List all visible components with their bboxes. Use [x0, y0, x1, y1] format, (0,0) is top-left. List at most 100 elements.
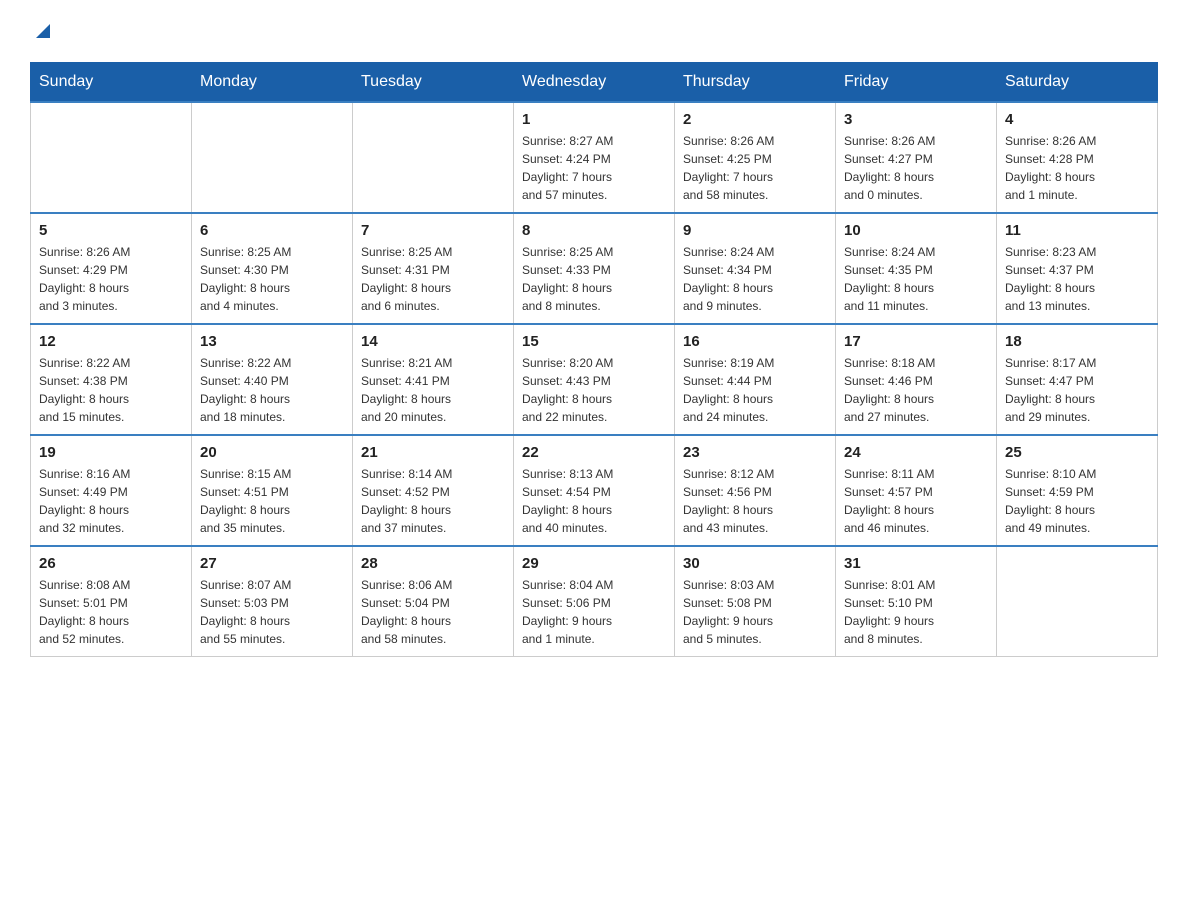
day-number: 29	[522, 555, 666, 572]
day-number: 9	[683, 222, 827, 239]
day-number: 26	[39, 555, 183, 572]
calendar-day: 10 Sunrise: 8:24 AM Sunset: 4:35 PM Dayli…	[836, 213, 997, 324]
calendar-day: 11 Sunrise: 8:23 AM Sunset: 4:37 PM Dayli…	[997, 213, 1158, 324]
calendar-day: 29 Sunrise: 8:04 AM Sunset: 5:06 PM Dayli…	[514, 546, 675, 657]
weekday-header-sunday: Sunday	[31, 63, 192, 103]
day-info: Sunrise: 8:07 AM Sunset: 5:03 PM Dayligh…	[200, 576, 344, 648]
day-number: 19	[39, 444, 183, 461]
calendar-day: 5Sunrise: 8:26 AM Sunset: 4:29 PM Daylig…	[31, 213, 192, 324]
calendar-day: 24 Sunrise: 8:11 AM Sunset: 4:57 PM Dayli…	[836, 435, 997, 546]
day-info: Sunrise: 8:10 AM Sunset: 4:59 PM Dayligh…	[1005, 465, 1149, 537]
day-info: Sunrise: 8:19 AM Sunset: 4:44 PM Dayligh…	[683, 354, 827, 426]
calendar-day: 14 Sunrise: 8:21 AM Sunset: 4:41 PM Dayli…	[353, 324, 514, 435]
day-number: 27	[200, 555, 344, 572]
day-number: 24	[844, 444, 988, 461]
calendar-day: 8Sunrise: 8:25 AM Sunset: 4:33 PM Daylig…	[514, 213, 675, 324]
day-info: Sunrise: 8:18 AM Sunset: 4:46 PM Dayligh…	[844, 354, 988, 426]
weekday-header-monday: Monday	[192, 63, 353, 103]
calendar-day: 6 Sunrise: 8:25 AM Sunset: 4:30 PM Daylig…	[192, 213, 353, 324]
calendar-day: 9 Sunrise: 8:24 AM Sunset: 4:34 PM Daylig…	[675, 213, 836, 324]
calendar-day	[997, 546, 1158, 657]
day-info: Sunrise: 8:24 AM Sunset: 4:35 PM Dayligh…	[844, 243, 988, 315]
calendar-day: 17 Sunrise: 8:18 AM Sunset: 4:46 PM Dayli…	[836, 324, 997, 435]
calendar-week-1: 1 Sunrise: 8:27 AM Sunset: 4:24 PM Daylig…	[31, 102, 1158, 213]
calendar-day: 25 Sunrise: 8:10 AM Sunset: 4:59 PM Dayli…	[997, 435, 1158, 546]
day-info: Sunrise: 8:25 AM Sunset: 4:30 PM Dayligh…	[200, 243, 344, 315]
calendar-day: 21 Sunrise: 8:14 AM Sunset: 4:52 PM Dayli…	[353, 435, 514, 546]
day-number: 25	[1005, 444, 1149, 461]
day-number: 10	[844, 222, 988, 239]
calendar-day: 18Sunrise: 8:17 AM Sunset: 4:47 PM Dayli…	[997, 324, 1158, 435]
weekday-header-saturday: Saturday	[997, 63, 1158, 103]
weekday-header-tuesday: Tuesday	[353, 63, 514, 103]
day-info: Sunrise: 8:06 AM Sunset: 5:04 PM Dayligh…	[361, 576, 505, 648]
day-number: 22	[522, 444, 666, 461]
day-number: 17	[844, 333, 988, 350]
calendar-day: 15Sunrise: 8:20 AM Sunset: 4:43 PM Dayli…	[514, 324, 675, 435]
day-info: Sunrise: 8:26 AM Sunset: 4:27 PM Dayligh…	[844, 132, 988, 204]
day-info: Sunrise: 8:24 AM Sunset: 4:34 PM Dayligh…	[683, 243, 827, 315]
day-info: Sunrise: 8:01 AM Sunset: 5:10 PM Dayligh…	[844, 576, 988, 648]
calendar-day: 20Sunrise: 8:15 AM Sunset: 4:51 PM Dayli…	[192, 435, 353, 546]
day-info: Sunrise: 8:22 AM Sunset: 4:38 PM Dayligh…	[39, 354, 183, 426]
calendar-day: 27 Sunrise: 8:07 AM Sunset: 5:03 PM Dayli…	[192, 546, 353, 657]
calendar-day: 3Sunrise: 8:26 AM Sunset: 4:27 PM Daylig…	[836, 102, 997, 213]
day-info: Sunrise: 8:13 AM Sunset: 4:54 PM Dayligh…	[522, 465, 666, 537]
calendar-day	[192, 102, 353, 213]
calendar-day: 31Sunrise: 8:01 AM Sunset: 5:10 PM Dayli…	[836, 546, 997, 657]
day-info: Sunrise: 8:25 AM Sunset: 4:31 PM Dayligh…	[361, 243, 505, 315]
day-info: Sunrise: 8:26 AM Sunset: 4:28 PM Dayligh…	[1005, 132, 1149, 204]
day-info: Sunrise: 8:03 AM Sunset: 5:08 PM Dayligh…	[683, 576, 827, 648]
day-number: 4	[1005, 111, 1149, 128]
day-number: 13	[200, 333, 344, 350]
weekday-header-thursday: Thursday	[675, 63, 836, 103]
day-number: 2	[683, 111, 827, 128]
day-info: Sunrise: 8:11 AM Sunset: 4:57 PM Dayligh…	[844, 465, 988, 537]
weekday-header-friday: Friday	[836, 63, 997, 103]
calendar-week-5: 26Sunrise: 8:08 AM Sunset: 5:01 PM Dayli…	[31, 546, 1158, 657]
day-info: Sunrise: 8:15 AM Sunset: 4:51 PM Dayligh…	[200, 465, 344, 537]
calendar-day: 12Sunrise: 8:22 AM Sunset: 4:38 PM Dayli…	[31, 324, 192, 435]
day-number: 21	[361, 444, 505, 461]
day-info: Sunrise: 8:25 AM Sunset: 4:33 PM Dayligh…	[522, 243, 666, 315]
calendar-body: 1 Sunrise: 8:27 AM Sunset: 4:24 PM Daylig…	[31, 102, 1158, 657]
calendar-day: 2 Sunrise: 8:26 AM Sunset: 4:25 PM Daylig…	[675, 102, 836, 213]
day-number: 7	[361, 222, 505, 239]
calendar-day: 22 Sunrise: 8:13 AM Sunset: 4:54 PM Dayli…	[514, 435, 675, 546]
day-info: Sunrise: 8:26 AM Sunset: 4:25 PM Dayligh…	[683, 132, 827, 204]
calendar-day: 13 Sunrise: 8:22 AM Sunset: 4:40 PM Dayli…	[192, 324, 353, 435]
day-number: 18	[1005, 333, 1149, 350]
day-info: Sunrise: 8:27 AM Sunset: 4:24 PM Dayligh…	[522, 132, 666, 204]
day-info: Sunrise: 8:22 AM Sunset: 4:40 PM Dayligh…	[200, 354, 344, 426]
calendar-table: SundayMondayTuesdayWednesdayThursdayFrid…	[30, 62, 1158, 657]
calendar-day	[31, 102, 192, 213]
weekday-header-wednesday: Wednesday	[514, 63, 675, 103]
logo	[30, 20, 54, 42]
day-info: Sunrise: 8:23 AM Sunset: 4:37 PM Dayligh…	[1005, 243, 1149, 315]
day-number: 28	[361, 555, 505, 572]
day-number: 6	[200, 222, 344, 239]
page-header	[30, 20, 1158, 42]
day-number: 1	[522, 111, 666, 128]
day-info: Sunrise: 8:12 AM Sunset: 4:56 PM Dayligh…	[683, 465, 827, 537]
calendar-header: SundayMondayTuesdayWednesdayThursdayFrid…	[31, 63, 1158, 103]
day-number: 30	[683, 555, 827, 572]
calendar-week-2: 5Sunrise: 8:26 AM Sunset: 4:29 PM Daylig…	[31, 213, 1158, 324]
day-number: 23	[683, 444, 827, 461]
day-info: Sunrise: 8:14 AM Sunset: 4:52 PM Dayligh…	[361, 465, 505, 537]
calendar-day: 26Sunrise: 8:08 AM Sunset: 5:01 PM Dayli…	[31, 546, 192, 657]
weekday-header-row: SundayMondayTuesdayWednesdayThursdayFrid…	[31, 63, 1158, 103]
day-number: 15	[522, 333, 666, 350]
day-number: 16	[683, 333, 827, 350]
calendar-day: 4 Sunrise: 8:26 AM Sunset: 4:28 PM Daylig…	[997, 102, 1158, 213]
logo-triangle-icon	[32, 20, 54, 42]
calendar-day	[353, 102, 514, 213]
calendar-week-4: 19Sunrise: 8:16 AM Sunset: 4:49 PM Dayli…	[31, 435, 1158, 546]
calendar-day: 28 Sunrise: 8:06 AM Sunset: 5:04 PM Dayli…	[353, 546, 514, 657]
day-number: 11	[1005, 222, 1149, 239]
calendar-day: 30 Sunrise: 8:03 AM Sunset: 5:08 PM Dayli…	[675, 546, 836, 657]
day-number: 14	[361, 333, 505, 350]
day-info: Sunrise: 8:26 AM Sunset: 4:29 PM Dayligh…	[39, 243, 183, 315]
day-info: Sunrise: 8:21 AM Sunset: 4:41 PM Dayligh…	[361, 354, 505, 426]
day-info: Sunrise: 8:04 AM Sunset: 5:06 PM Dayligh…	[522, 576, 666, 648]
